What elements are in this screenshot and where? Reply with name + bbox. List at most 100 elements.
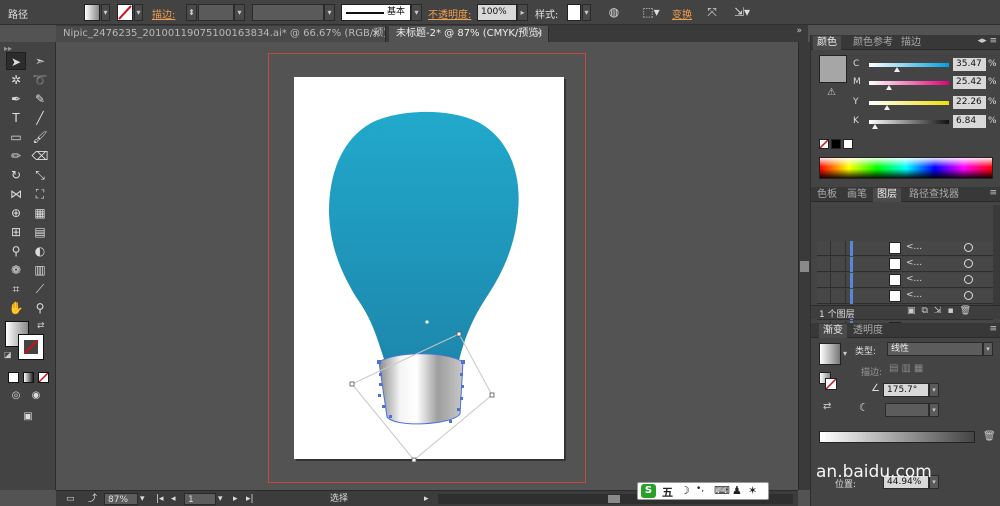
visibility-toggle[interactable] xyxy=(817,273,831,287)
column-graph-tool-icon[interactable]: ▥ xyxy=(30,261,50,279)
artboard-number-input[interactable]: 1 xyxy=(184,493,216,505)
stroke-weight-input[interactable] xyxy=(198,4,234,21)
channel-value-input[interactable]: 6.84 xyxy=(953,115,986,128)
artboard-dropdown-icon[interactable]: ▾ xyxy=(218,493,223,505)
screen-mode-icon[interactable]: ▣ xyxy=(18,408,38,426)
reverse-gradient-icon[interactable]: ⇄ xyxy=(823,401,831,412)
gradient-preview-swatch[interactable] xyxy=(819,343,841,365)
stroke-weight-stepper[interactable]: ⬍ xyxy=(186,4,197,21)
stroke-label[interactable]: 描边: xyxy=(152,6,175,23)
layer-row[interactable]: <... xyxy=(817,257,993,272)
zoom-input[interactable]: 87% xyxy=(104,493,138,505)
layer-actions-icons[interactable]: ▣⧉⇲▪🗑 xyxy=(907,306,977,316)
lock-toggle[interactable] xyxy=(832,289,846,303)
ime-keyboard-icon[interactable]: ⌨ xyxy=(714,484,730,497)
slider-knob[interactable] xyxy=(871,124,878,129)
channel-value-input[interactable]: 35.47 xyxy=(953,58,986,71)
magenta-slider[interactable]: M 25.42 % xyxy=(853,76,1000,91)
gradient-preview-dropdown[interactable]: ▾ xyxy=(843,349,847,358)
panel-menu-icon[interactable]: ◂▸ ≡ xyxy=(978,36,997,46)
first-artboard-icon[interactable]: |◂ xyxy=(156,493,164,505)
layer-row[interactable]: <... xyxy=(817,273,993,288)
variable-width-dropdown[interactable]: ▾ xyxy=(324,4,335,21)
aspect-ratio-input[interactable] xyxy=(885,403,929,417)
draw-normal-icon[interactable]: ◎ xyxy=(6,387,26,405)
slider-track[interactable] xyxy=(869,101,949,105)
opacity-input[interactable]: 100% xyxy=(477,4,517,21)
magic-wand-tool-icon[interactable]: ✲ xyxy=(6,71,26,89)
graphic-style-swatch[interactable] xyxy=(567,4,581,21)
gradient-slider[interactable] xyxy=(819,431,975,443)
variable-width-profile[interactable] xyxy=(252,4,324,21)
gradient-center-point[interactable] xyxy=(425,320,429,324)
delete-stop-icon[interactable]: 🗑 xyxy=(983,431,996,442)
draw-behind-icon[interactable]: ◉ xyxy=(26,387,46,405)
lasso-tool-icon[interactable]: ➰ xyxy=(30,71,50,89)
arrange-icon[interactable]: ⇲▾ xyxy=(730,4,754,21)
black-swatch[interactable] xyxy=(831,139,841,149)
ime-tools-icon[interactable]: ✶ xyxy=(748,484,757,497)
stroke-gradient-options-icons[interactable]: ▤▥▦ xyxy=(889,363,926,374)
scale-tool-icon[interactable]: ⤡ xyxy=(30,166,50,184)
gradient-angle-dropdown[interactable]: ▾ xyxy=(929,383,939,397)
tab-color[interactable]: 颜色 xyxy=(813,36,841,50)
color-mode-icon[interactable] xyxy=(8,372,19,383)
close-icon[interactable]: × xyxy=(372,26,380,42)
zoom-dropdown-icon[interactable]: ▾ xyxy=(140,493,145,505)
stroke-color-box[interactable] xyxy=(18,334,44,360)
visibility-toggle[interactable] xyxy=(817,257,831,271)
target-icon[interactable] xyxy=(964,275,973,284)
gradient-mode-icon[interactable] xyxy=(23,372,34,383)
curvature-tool-icon[interactable]: ✎ xyxy=(30,90,50,108)
perspective-grid-tool-icon[interactable]: ▦ xyxy=(30,204,50,222)
paintbrush-tool-icon[interactable]: 🖌 xyxy=(30,128,50,146)
prev-artboard-icon[interactable]: ◂ xyxy=(171,493,176,505)
tab-stroke[interactable]: 描边 xyxy=(897,36,925,50)
black-slider[interactable]: K 6.84 % xyxy=(853,115,1000,130)
selection-tool-icon[interactable]: ➤ xyxy=(6,52,26,70)
tabs-overflow-icon[interactable]: » xyxy=(796,26,802,36)
ime-user-icon[interactable]: ♟ xyxy=(732,484,742,497)
rectangle-tool-icon[interactable]: ▭ xyxy=(6,128,26,146)
visibility-toggle[interactable] xyxy=(817,241,831,255)
none-swatch[interactable] xyxy=(819,139,829,149)
layer-row[interactable]: <... xyxy=(817,241,993,256)
ime-moon-icon[interactable]: ☽ xyxy=(680,484,690,497)
direct-selection-tool-icon[interactable]: ➣ xyxy=(30,52,50,70)
line-tool-icon[interactable]: ╱ xyxy=(30,109,50,127)
target-icon[interactable] xyxy=(964,291,973,300)
cyan-slider[interactable]: C 35.47 % xyxy=(853,58,1000,73)
layer-row[interactable]: <... xyxy=(817,289,993,304)
stroke-weight-dropdown[interactable]: ▾ xyxy=(234,4,245,21)
brush-dropdown[interactable]: ▾ xyxy=(411,4,422,21)
eraser-tool-icon[interactable]: ⌫ xyxy=(30,147,50,165)
current-fill-swatch[interactable] xyxy=(819,55,847,83)
target-icon[interactable] xyxy=(964,243,973,252)
slider-track[interactable] xyxy=(869,63,949,67)
color-spectrum[interactable] xyxy=(819,157,993,179)
panel-menu-icon[interactable]: ≡ xyxy=(989,324,997,334)
share-icon[interactable]: ⤴ xyxy=(88,493,97,505)
pencil-tool-icon[interactable]: ✏ xyxy=(6,147,26,165)
visibility-toggle[interactable] xyxy=(817,289,831,303)
slider-knob[interactable] xyxy=(894,67,900,72)
status-menu-icon[interactable]: ▸ xyxy=(424,493,429,505)
ime-punct-icon[interactable]: •, xyxy=(696,484,704,494)
panel-menu-icon[interactable]: ≡ xyxy=(989,188,997,198)
brush-definition[interactable]: 基本 xyxy=(341,4,411,21)
tab-color-guide[interactable]: 颜色参考 xyxy=(849,36,897,50)
tab-layers[interactable]: 图层 xyxy=(873,188,901,202)
stroke-swatch[interactable] xyxy=(117,4,133,21)
none-mode-icon[interactable] xyxy=(38,372,49,383)
default-colors-icon[interactable]: ◪ xyxy=(4,350,12,359)
opacity-label[interactable]: 不透明度: xyxy=(428,6,471,23)
horizontal-scroll-thumb[interactable] xyxy=(608,495,620,503)
tab-nipic-document[interactable]: Nipic_2476235_20100119075100163834.ai* @… xyxy=(56,26,386,42)
slider-track[interactable] xyxy=(869,81,949,85)
layers-scrollbar[interactable] xyxy=(993,205,1000,305)
lock-toggle[interactable] xyxy=(832,241,846,255)
bulb-metal-base[interactable] xyxy=(379,353,463,424)
artboard-tool-icon[interactable]: ⌗ xyxy=(6,280,26,298)
style-dropdown[interactable]: ▾ xyxy=(582,4,591,21)
isolate-icon[interactable]: ⤧ xyxy=(704,4,720,21)
